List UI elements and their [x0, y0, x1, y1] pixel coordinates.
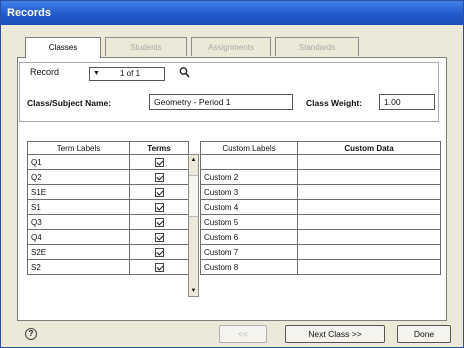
table-row: S2 — [27, 259, 189, 275]
custom-label-cell[interactable]: Custom 8 — [200, 259, 298, 275]
custom-label-cell[interactable]: Custom 6 — [200, 229, 298, 245]
search-icon[interactable] — [179, 66, 190, 80]
table-row: Q1 — [27, 154, 189, 170]
table-row: Custom 4 — [200, 199, 441, 215]
term-label-cell[interactable]: Q2 — [27, 169, 130, 185]
term-label-cell[interactable]: Q1 — [27, 154, 130, 170]
terms-header: Terms — [129, 141, 189, 155]
term-checkbox[interactable] — [154, 232, 164, 242]
custom-label-cell[interactable]: Custom 5 — [200, 214, 298, 230]
custom-label-cell[interactable] — [200, 154, 298, 170]
custom-data-cell[interactable] — [297, 229, 441, 245]
next-class-button[interactable]: Next Class >> — [285, 325, 385, 343]
table-row: Q3 — [27, 214, 189, 230]
record-position: 1 of 1 — [120, 69, 141, 78]
term-checkbox[interactable] — [154, 202, 164, 212]
custom-header-row: Custom Labels Custom Data — [200, 141, 441, 155]
caret-down-icon[interactable]: ▼ — [93, 68, 100, 80]
term-checkbox[interactable] — [154, 187, 164, 197]
term-checkbox[interactable] — [154, 262, 164, 272]
table-row: S2E — [27, 244, 189, 260]
term-label-cell[interactable]: Q3 — [27, 214, 130, 230]
custom-label-cell[interactable]: Custom 4 — [200, 199, 298, 215]
class-name-field[interactable]: Geometry - Period 1 — [149, 94, 293, 110]
term-label-cell[interactable]: S1E — [27, 184, 130, 200]
record-navigator[interactable]: ▼ 1 of 1 — [89, 67, 165, 81]
scroll-up-icon[interactable]: ▲ — [189, 155, 198, 165]
custom-data-cell[interactable] — [297, 244, 441, 260]
table-row — [200, 154, 441, 170]
term-label-cell[interactable]: Q4 — [27, 229, 130, 245]
custom-label-cell[interactable]: Custom 3 — [200, 184, 298, 200]
custom-data-cell[interactable] — [297, 154, 441, 170]
custom-data-cell[interactable] — [297, 169, 441, 185]
custom-data-cell[interactable] — [297, 214, 441, 230]
record-label: Record — [27, 67, 63, 77]
table-row: Custom 7 — [200, 244, 441, 260]
window-title: Records — [1, 1, 463, 25]
term-labels-header: Term Labels — [27, 141, 130, 155]
term-label-cell[interactable]: S1 — [27, 199, 130, 215]
class-weight-field[interactable]: 1.00 — [379, 94, 435, 110]
custom-data-header: Custom Data — [297, 141, 441, 155]
custom-labels-header: Custom Labels — [200, 141, 298, 155]
table-row: Custom 5 — [200, 214, 441, 230]
tab-assignments[interactable]: Assignments — [191, 37, 271, 56]
custom-data-cell[interactable] — [297, 184, 441, 200]
terms-header-row: Term Labels Terms — [27, 141, 189, 155]
scroll-thumb[interactable] — [189, 175, 198, 217]
custom-label-cell[interactable]: Custom 2 — [200, 169, 298, 185]
table-row: Custom 8 — [200, 259, 441, 275]
term-label-cell[interactable]: S2 — [27, 259, 130, 275]
record-group — [19, 62, 439, 122]
table-row: Q4 — [27, 229, 189, 245]
term-checkbox[interactable] — [154, 172, 164, 182]
term-checkbox[interactable] — [154, 247, 164, 257]
terms-table: Term Labels Terms Q1 Q2 S1E S1 Q3 Q4 S2E… — [27, 141, 189, 275]
term-checkbox[interactable] — [154, 217, 164, 227]
tab-classes[interactable]: Classes — [25, 37, 101, 58]
records-window: Records Classes Students Assignments Sta… — [0, 0, 464, 348]
tab-standards[interactable]: Standards — [275, 37, 359, 56]
table-row: Custom 2 — [200, 169, 441, 185]
class-name-label: Class/Subject Name: — [27, 98, 112, 108]
previous-class-button[interactable]: << — [219, 325, 267, 343]
table-row: Custom 3 — [200, 184, 441, 200]
custom-data-cell[interactable] — [297, 199, 441, 215]
custom-table: Custom Labels Custom Data Custom 2 Custo… — [200, 141, 441, 275]
terms-scrollbar[interactable]: ▲ ▼ — [188, 154, 199, 297]
term-label-cell[interactable]: S2E — [27, 244, 130, 260]
term-checkbox[interactable] — [154, 157, 164, 167]
table-row: S1 — [27, 199, 189, 215]
custom-data-cell[interactable] — [297, 259, 441, 275]
custom-label-cell[interactable]: Custom 7 — [200, 244, 298, 260]
table-row: S1E — [27, 184, 189, 200]
tab-students[interactable]: Students — [105, 37, 187, 56]
table-row: Custom 6 — [200, 229, 441, 245]
class-weight-label: Class Weight: — [306, 98, 363, 108]
done-button[interactable]: Done — [397, 325, 451, 343]
table-row: Q2 — [27, 169, 189, 185]
scroll-down-icon[interactable]: ▼ — [189, 286, 198, 296]
help-icon[interactable]: ? — [25, 328, 37, 340]
